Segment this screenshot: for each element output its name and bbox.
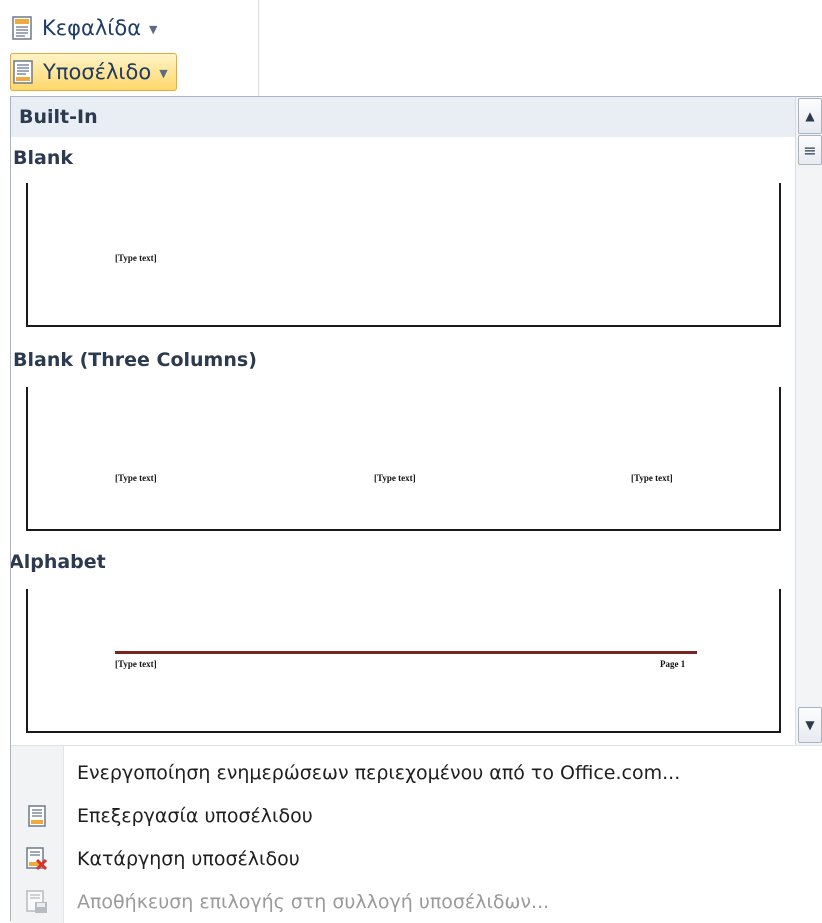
menu-item-label: Επεξεργασία υποσέλιδου (77, 805, 313, 827)
header-button[interactable]: Κεφαλίδα ▼ (10, 10, 164, 46)
footer-button[interactable]: Υποσέλιδο ▼ (10, 53, 177, 91)
ribbon: Κεφαλίδα ▼ Υποσέλιδο ▼ (0, 0, 822, 96)
remove-footer-icon (11, 838, 63, 880)
gallery-item-blank[interactable]: [Type text] (26, 183, 781, 327)
footer-menu: Ενεργοποίηση ενημερώσεων περιεχομένου απ… (11, 745, 822, 923)
preview-text: [Type text] (115, 253, 157, 263)
menu-item-edit-footer[interactable]: Επεξεργασία υποσέλιδου (11, 795, 822, 837)
footer-button-label: Υποσέλιδο (43, 60, 152, 84)
menu-item-label: Ενεργοποίηση ενημερώσεων περιεχομένου απ… (77, 762, 681, 784)
menu-item-remove-footer[interactable]: Κατάργηση υποσέλιδου (11, 838, 822, 880)
save-footer-icon (11, 881, 63, 923)
menu-item-enable-office-updates[interactable]: Ενεργοποίηση ενημερώσεων περιεχομένου απ… (11, 752, 822, 794)
gallery-scrollbar[interactable]: ▲ ≡ ▼ (795, 97, 822, 745)
footer-doc-icon (13, 60, 33, 84)
menu-item-label: Κατάργηση υποσέλιδου (77, 848, 300, 870)
gallery-item-title: Blank (13, 147, 73, 169)
alphabet-rule-line (115, 651, 697, 654)
gallery-item-blank-three-columns[interactable]: [Type text] [Type text] [Type text] (26, 387, 781, 531)
preview-text: [Type text] (374, 473, 416, 483)
preview-text: [Type text] (115, 659, 157, 669)
gallery-more-icon[interactable]: ≡ (798, 135, 822, 165)
menu-item-save-to-footer-gallery: Αποθήκευση επιλογής στη συλλογή υποσέλιδ… (11, 881, 822, 923)
scroll-down-arrow-icon[interactable]: ▼ (798, 707, 822, 743)
chevron-down-icon: ▼ (149, 22, 158, 36)
preview-text: [Type text] (115, 473, 157, 483)
header-doc-icon (12, 16, 32, 40)
header-button-label: Κεφαλίδα (42, 16, 142, 40)
footer-gallery: Built-In Blank [Type text] Blank (Three … (11, 97, 795, 745)
category-header: Built-In (11, 97, 795, 137)
preview-text: [Type text] (631, 473, 673, 483)
chevron-down-icon: ▼ (159, 66, 168, 80)
scroll-up-arrow-icon[interactable]: ▲ (798, 98, 822, 134)
preview-page-number: Page 1 (660, 659, 686, 669)
gallery-item-title: Blank (Three Columns) (13, 349, 257, 371)
gallery-item-title: Alphabet (11, 551, 106, 573)
edit-footer-icon (11, 795, 63, 837)
footer-dropdown: Built-In Blank [Type text] Blank (Three … (10, 96, 822, 923)
ribbon-group-divider (258, 0, 259, 96)
gallery-item-alphabet[interactable]: [Type text] Page 1 (26, 589, 781, 733)
menu-item-label: Αποθήκευση επιλογής στη συλλογή υποσέλιδ… (77, 891, 550, 913)
